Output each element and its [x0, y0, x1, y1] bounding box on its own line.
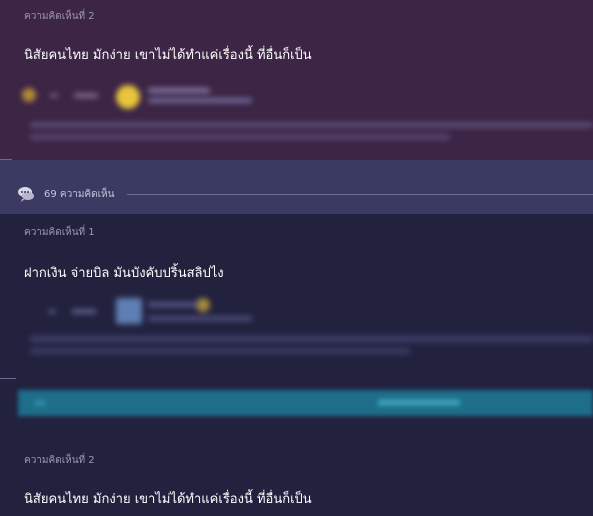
image-thumbnail: [116, 298, 142, 324]
comments-page: ความคิดเห็นที่ 2 นิสัยคนไทย มักง่าย เขาไ…: [0, 0, 593, 516]
thread-line: [0, 378, 16, 379]
avatar: [116, 85, 140, 109]
comment-card: ความคิดเห็นที่ 1 ฝากเงิน จ่ายบิล มันบังค…: [0, 214, 593, 440]
divider-line: [127, 194, 593, 195]
comment-count-text: 69 ความคิดเห็น: [44, 189, 115, 200]
comment-card: ความคิดเห็นที่ 2 นิสัยคนไทย มักง่าย เขาไ…: [0, 440, 593, 516]
reply-action-bar[interactable]: [18, 390, 593, 416]
comment-meta-blurred: [0, 0, 593, 160]
comment-card-highlighted: ความคิดเห็นที่ 2 นิสัยคนไทย มักง่าย เขาไ…: [0, 0, 593, 160]
comment-number-label: ความคิดเห็นที่ 2: [24, 455, 95, 466]
emoji-reaction-icon: [22, 88, 36, 102]
comment-count-row: 69 ความคิดเห็น: [0, 182, 593, 206]
comment-text: นิสัยคนไทย มักง่าย เขาไม่ได้ทำแค่เรื่องน…: [24, 492, 312, 507]
chat-bubbles-icon: [17, 185, 35, 203]
